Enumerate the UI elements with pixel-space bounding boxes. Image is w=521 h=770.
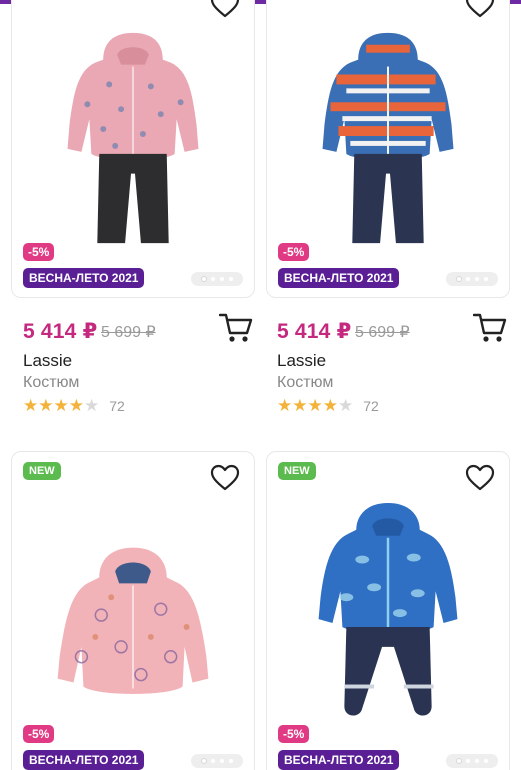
product-card[interactable]: -5% ВЕСНА-ЛЕТО 2021: [266, 0, 510, 298]
review-count: 72: [363, 398, 379, 414]
pagination-dot[interactable]: [201, 277, 206, 281]
price: 5 414 ₽: [23, 320, 98, 343]
pagination-dot[interactable]: [219, 759, 224, 763]
discount-badge: -5%: [278, 725, 310, 743]
review-count: 72: [109, 398, 125, 414]
pagination-dot[interactable]: [465, 759, 470, 763]
product-card[interactable]: NEW -5% ВЕСНА-ЛЕТО 2021: [266, 451, 510, 770]
rating: ★ ★ ★ ★ ★ 72: [23, 396, 125, 415]
product-type: Костюм: [23, 374, 80, 391]
product-info[interactable]: 5 414 ₽ 5 699 ₽ Lassie Костюм ★ ★ ★ ★ ★ …: [23, 312, 263, 422]
pagination-dot[interactable]: [210, 759, 215, 763]
pagination-dot[interactable]: [474, 759, 479, 763]
product-image[interactable]: [12, 497, 254, 757]
pagination-dot[interactable]: [228, 277, 233, 281]
star-icon: ★: [338, 396, 354, 415]
pagination-dot[interactable]: [201, 759, 206, 763]
old-price: 5 699 ₽: [355, 324, 410, 341]
pagination-dot[interactable]: [456, 277, 461, 281]
product-image[interactable]: [267, 14, 509, 254]
product-type: Костюм: [277, 374, 334, 391]
season-badge: ВЕСНА-ЛЕТО 2021: [278, 750, 400, 770]
product-image[interactable]: [12, 14, 254, 254]
season-badge: ВЕСНА-ЛЕТО 2021: [278, 268, 400, 288]
new-badge: NEW: [278, 462, 316, 480]
product-card[interactable]: -5% ВЕСНА-ЛЕТО 2021: [11, 0, 255, 298]
heart-outline-icon[interactable]: [210, 464, 240, 492]
price: 5 414 ₽: [277, 320, 352, 343]
star-icon: ★: [307, 396, 323, 415]
pagination-dot[interactable]: [474, 277, 479, 281]
star-icon: ★: [277, 396, 293, 415]
image-pagination[interactable]: [191, 754, 243, 768]
product-brand[interactable]: Lassie: [23, 351, 72, 371]
season-badge: ВЕСНА-ЛЕТО 2021: [23, 268, 145, 288]
star-icon: ★: [38, 396, 54, 415]
pagination-dot[interactable]: [228, 759, 233, 763]
shopping-cart-icon[interactable]: [219, 312, 253, 344]
star-icon: ★: [23, 396, 39, 415]
discount-badge: -5%: [23, 243, 55, 261]
star-icon: ★: [292, 396, 308, 415]
pagination-dot[interactable]: [456, 759, 461, 763]
star-icon: ★: [68, 396, 84, 415]
pagination-dot[interactable]: [465, 277, 470, 281]
old-price: 5 699 ₽: [101, 324, 156, 341]
new-badge: NEW: [23, 462, 61, 480]
pagination-dot[interactable]: [210, 277, 215, 281]
star-icon: ★: [84, 396, 100, 415]
product-info[interactable]: 5 414 ₽ 5 699 ₽ Lassie Костюм ★ ★ ★ ★ ★ …: [277, 312, 517, 422]
star-icon: ★: [53, 396, 69, 415]
pagination-dot[interactable]: [483, 277, 488, 281]
discount-badge: -5%: [278, 243, 310, 261]
discount-badge: -5%: [23, 725, 55, 743]
image-pagination[interactable]: [191, 272, 243, 286]
product-card[interactable]: NEW -5% ВЕСНА-ЛЕТО 2021: [11, 451, 255, 770]
season-badge: ВЕСНА-ЛЕТО 2021: [23, 750, 145, 770]
product-brand[interactable]: Lassie: [277, 351, 326, 371]
rating: ★ ★ ★ ★ ★ 72: [277, 396, 379, 415]
image-pagination[interactable]: [446, 754, 498, 768]
pagination-dot[interactable]: [483, 759, 488, 763]
image-pagination[interactable]: [446, 272, 498, 286]
product-image[interactable]: [267, 497, 509, 757]
heart-outline-icon[interactable]: [465, 464, 495, 492]
pagination-dot[interactable]: [219, 277, 224, 281]
shopping-cart-icon[interactable]: [473, 312, 507, 344]
star-icon: ★: [322, 396, 338, 415]
